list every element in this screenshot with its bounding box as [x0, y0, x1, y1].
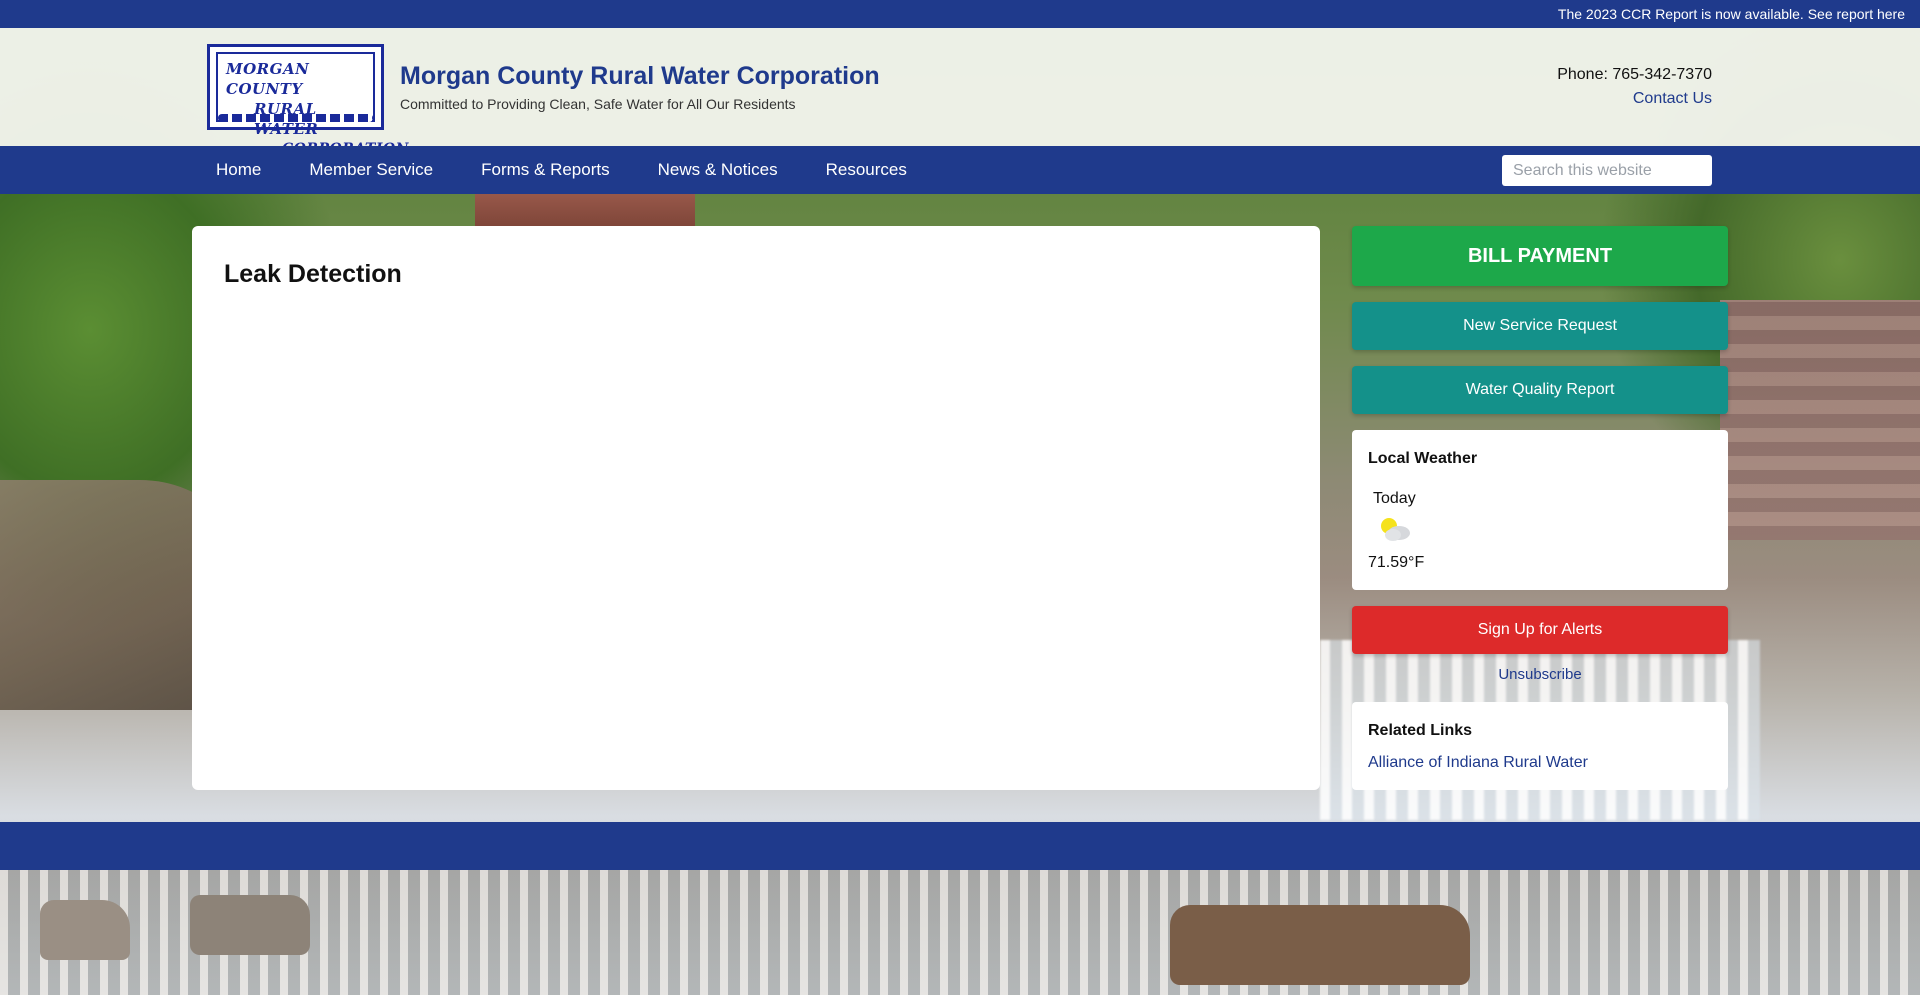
local-weather-widget: Local Weather Today 71.59°F	[1352, 430, 1728, 590]
nav-items: Home Member Service Forms & Reports News…	[192, 146, 931, 194]
announcement-bar: The 2023 CCR Report is now available. Se…	[0, 0, 1920, 28]
bill-payment-button[interactable]: BILL PAYMENT	[1352, 226, 1728, 286]
boulder	[190, 895, 310, 955]
site-title: Morgan County Rural Water Corporation	[400, 62, 880, 90]
nav-item-forms-reports[interactable]: Forms & Reports	[457, 146, 633, 194]
nav-item-news-notices[interactable]: News & Notices	[634, 146, 802, 194]
nav-item-member-service[interactable]: Member Service	[285, 146, 457, 194]
sign-up-alerts-button[interactable]: Sign Up for Alerts	[1352, 606, 1728, 654]
mill-building	[475, 190, 695, 226]
new-service-request-button[interactable]: New Service Request	[1352, 302, 1728, 350]
contact-us-link[interactable]: Contact Us	[1633, 90, 1712, 108]
related-links-heading: Related Links	[1368, 722, 1473, 739]
main-nav: Home Member Service Forms & Reports News…	[0, 146, 1920, 194]
nav-item-resources[interactable]: Resources	[802, 146, 931, 194]
water-quality-report-button[interactable]: Water Quality Report	[1352, 366, 1728, 414]
partly-cloudy-icon	[1381, 518, 1410, 541]
unsubscribe-link[interactable]: Unsubscribe	[1352, 666, 1728, 683]
site-logo[interactable]: MORGAN COUNTY RURAL WATER CORPORATION	[207, 44, 408, 157]
weather-heading: Local Weather	[1368, 450, 1478, 467]
site-tagline: Committed to Providing Clean, Safe Water…	[400, 96, 796, 112]
boulder	[1170, 905, 1470, 985]
phone-number: Phone: 765-342-7370	[1557, 66, 1712, 83]
stone-wall	[1720, 300, 1920, 540]
footer-band	[0, 822, 1920, 870]
nav-item-home[interactable]: Home	[192, 146, 285, 194]
announcement-link[interactable]: The 2023 CCR Report is now available. Se…	[1558, 6, 1905, 22]
search-input[interactable]	[1502, 155, 1712, 186]
weather-day: Today	[1373, 490, 1416, 507]
boulder	[40, 900, 130, 960]
weather-temperature: 71.59°F	[1368, 554, 1425, 571]
related-links-widget: Related Links Alliance of Indiana Rural …	[1352, 702, 1728, 790]
logo-waves	[218, 114, 373, 122]
logo-line-1: MORGAN COUNTY	[226, 60, 310, 98]
logo-text: MORGAN COUNTY RURAL WATER CORPORATION	[216, 52, 408, 157]
related-link-alliance[interactable]: Alliance of Indiana Rural Water	[1368, 754, 1588, 772]
main-content-card: Leak Detection	[192, 226, 1320, 790]
page-title: Leak Detection	[224, 260, 402, 288]
site-header: MORGAN COUNTY RURAL WATER CORPORATION Mo…	[0, 28, 1920, 157]
